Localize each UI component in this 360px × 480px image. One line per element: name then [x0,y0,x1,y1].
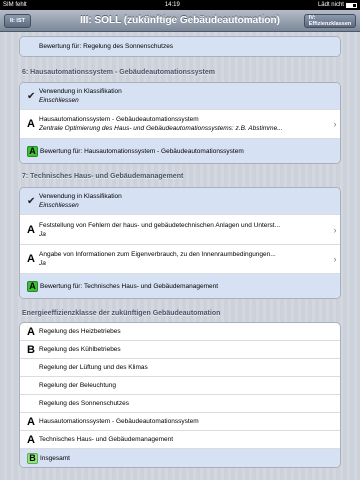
grade-label: B [27,343,35,356]
total-grade-badge: B [27,452,38,464]
item-title: Angabe von Informationen zum Eigenverbra… [39,251,276,258]
grade-badge: A [27,280,38,292]
efficiency-row-sunshade: Regelung des Sonnenschutzes [20,395,340,413]
usage-row[interactable]: ✔ Verwendung in Klassifikation Einschlie… [20,83,340,110]
section-7-header: 7: Technisches Haus- und Gebäudemanageme… [22,173,184,180]
efficiency-row-heating: A Regelung des Heizbetriebes [20,323,340,341]
grade-label: A [27,118,35,130]
grade-label: A [27,325,35,338]
item-text: Hausautomationssystem - Gebäudeautomatio… [39,116,330,132]
grade-label: A [27,223,35,236]
status-bar: SIM fehlt 14:19 Lädt nicht [0,0,360,10]
efficiency-header: Energieeffizienzklasse der zukünftigen G… [22,310,221,317]
item-value: Ja [39,260,46,267]
clock: 14:19 [164,2,180,8]
efficiency-label: Regelung des Kühlbetriebes [39,346,121,353]
navigation-bar: II: IST III: SOLL (zukünftige Gebäudeaut… [0,10,360,32]
battery-label: Lädt nicht [317,2,344,8]
efficiency-row-ventilation: Regelung der Lüftung und des Klimas [20,359,340,377]
usage-label: Verwendung in Klassifikation [39,193,122,200]
efficiency-label: Regelung des Sonnenschutzes [39,400,129,407]
efficiency-label: Regelung der Lüftung und des Klimas [39,364,148,371]
usage-row[interactable]: ✔ Verwendung in Klassifikation Einschlie… [20,188,340,215]
item-text: Feststellung von Fehlern der haus- und g… [39,222,330,238]
grade-label: A [27,253,35,265]
usage-label: Verwendung in Klassifikation [39,88,122,95]
hausautomation-item-row[interactable]: A Hausautomationssystem - Gebäudeautomat… [20,110,340,139]
usage-value: Einschliessen [39,97,79,104]
efficiency-label: Technisches Haus- und Gebäudemanagement [39,436,174,443]
efficiency-row-lighting: Regelung der Beleuchtung [20,377,340,395]
efficiency-row-cooling: B Regelung des Kühlbetriebes [20,341,340,359]
section-6-group: ✔ Verwendung in Klassifikation Einschlie… [19,82,341,164]
page-title: III: SOLL (zukünftige Gebäudeautomation) [80,15,280,26]
usage-text: Verwendung in Klassifikation Einschliess… [39,193,340,209]
checkmark-icon: ✔ [27,90,36,102]
section-6-header: 6: Hausautomationssystem - Gebäudeautoma… [22,69,215,76]
efficiency-row-management: A Technisches Haus- und Gebäudemanagemen… [20,431,340,449]
status-right: Lädt nicht [318,2,357,8]
total-label: Insgesamt [40,454,70,462]
efficiency-label: Regelung des Heizbetriebes [39,328,121,335]
rating-label: Bewertung für: Hausautomationssystem - G… [40,147,244,155]
item-text: Angabe von Informationen zum Eigenverbra… [39,251,330,267]
chevron-right-icon: › [333,119,337,129]
content-area[interactable]: Bewertung für: Regelung des Sonnenschutz… [0,32,360,480]
sunshade-rating-label: Bewertung für: Regelung des Sonnenschutz… [39,43,174,50]
chevron-right-icon: › [333,224,337,235]
item-value: Ja [39,230,46,238]
rating-label: Bewertung für: Technisches Haus- und Geb… [40,282,219,290]
usage-text: Verwendung in Klassifikation Einschliess… [39,88,340,104]
grade-label: A [27,415,35,428]
item-title: Feststellung von Fehlern der haus- und g… [39,221,281,229]
efficiency-row-hausautomation: A Hausautomationssystem - Gebäudeautomat… [20,413,340,431]
back-button[interactable]: II: IST [4,14,31,28]
usage-value: Einschliessen [39,202,79,209]
item-title: Hausautomationssystem - Gebäudeautomatio… [39,116,199,123]
forward-button[interactable]: IV: Effizienzklassen [304,14,356,28]
grade-badge: A [27,145,38,157]
sunshade-rating-group: Bewertung für: Regelung des Sonnenschutz… [19,36,341,57]
chevron-right-icon: › [333,254,337,264]
fault-detection-row[interactable]: A Feststellung von Fehlern der haus- und… [20,215,340,245]
efficiency-group: A Regelung des Heizbetriebes B Regelung … [19,322,341,468]
section-7-rating-row: A Bewertung für: Technisches Haus- und G… [20,274,340,298]
efficiency-label: Hausautomationssystem - Gebäudeautomatio… [39,418,199,425]
section-7-group: ✔ Verwendung in Klassifikation Einschlie… [19,187,341,299]
battery-icon [345,2,357,8]
efficiency-total-row: B Insgesamt [20,449,340,467]
consumption-info-row[interactable]: A Angabe von Informationen zum Eigenverb… [20,245,340,274]
section-6-rating-row: A Bewertung für: Hausautomationssystem -… [20,139,340,163]
sunshade-rating-row: Bewertung für: Regelung des Sonnenschutz… [20,37,340,56]
carrier-label: SIM fehlt [3,2,27,8]
grade-label: A [27,433,35,446]
item-subtitle: Zentrale Optimierung des Haus- und Gebäu… [39,125,283,132]
checkmark-icon: ✔ [27,195,36,207]
efficiency-label: Regelung der Beleuchtung [39,382,116,389]
